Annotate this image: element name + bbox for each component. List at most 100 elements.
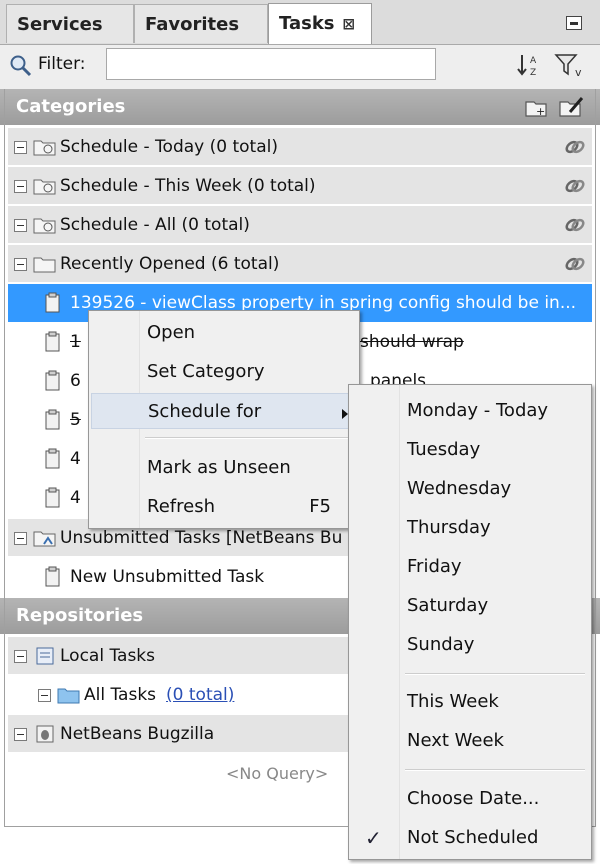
search-icon xyxy=(10,55,32,77)
submenu-item-sunday[interactable]: Sunday xyxy=(351,627,589,663)
task-icon xyxy=(45,370,60,391)
menu-item-label: Not Scheduled xyxy=(407,827,539,848)
menu-item-set-category[interactable]: Set Category xyxy=(91,354,357,390)
menu-item-label: Mark as Unseen xyxy=(147,457,291,478)
svg-text:A: A xyxy=(530,56,537,66)
menu-item-label: Sunday xyxy=(407,634,475,655)
collapse-icon[interactable] xyxy=(14,649,27,663)
submenu-item-next-week[interactable]: Next Week xyxy=(351,723,589,759)
category-schedule-this-week[interactable]: Schedule - This Week (0 total) xyxy=(8,167,592,205)
submenu-item-saturday[interactable]: Saturday xyxy=(351,588,589,624)
task-icon xyxy=(45,448,60,469)
categories-header: Categories xyxy=(0,89,600,125)
category-label: Unsubmitted Tasks [NetBeans Bu xyxy=(60,528,343,548)
collapse-icon[interactable] xyxy=(14,531,27,545)
menu-item-label: This Week xyxy=(407,691,499,712)
menu-item-refresh[interactable]: Refresh F5 xyxy=(91,489,357,525)
section-title: Repositories xyxy=(16,605,144,626)
filter-label: Filter: xyxy=(38,54,86,74)
panel-right-border xyxy=(595,89,596,827)
collapse-icon[interactable] xyxy=(14,257,27,271)
menu-separator xyxy=(405,769,585,771)
tab-label: Tasks xyxy=(279,13,335,34)
submenu-item-not-scheduled[interactable]: ✓ Not Scheduled xyxy=(351,820,589,856)
category-schedule-today[interactable]: Schedule - Today (0 total) xyxy=(8,128,592,166)
menu-item-schedule-for[interactable]: Schedule for xyxy=(91,393,357,429)
category-schedule-all[interactable]: Schedule - All (0 total) xyxy=(8,206,592,244)
menu-item-label: Friday xyxy=(407,556,462,577)
submenu-item-choose-date[interactable]: Choose Date... xyxy=(351,781,589,817)
task-icon xyxy=(45,331,60,352)
collapse-icon[interactable] xyxy=(38,688,51,702)
tab-label: Services xyxy=(17,14,103,35)
filter-input[interactable] xyxy=(106,48,436,80)
menu-separator xyxy=(405,673,585,675)
menu-item-open[interactable]: Open xyxy=(91,315,357,351)
schedule-folder-icon xyxy=(33,140,56,156)
task-icon xyxy=(45,409,60,430)
menu-item-label: Refresh xyxy=(147,496,215,517)
repository-label: NetBeans Bugzilla xyxy=(60,724,215,744)
filter-options-icon[interactable]: v xyxy=(554,52,586,78)
minimize-icon[interactable] xyxy=(566,16,582,30)
folder-icon xyxy=(33,257,56,273)
category-label: Schedule - Today (0 total) xyxy=(60,137,278,157)
sync-icon[interactable] xyxy=(564,215,586,235)
svg-text:+: + xyxy=(536,105,545,118)
category-label: Recently Opened (6 total) xyxy=(60,254,280,274)
tab-label: Favorites xyxy=(145,14,240,35)
no-query-label: <No Query> xyxy=(226,764,329,783)
repository-label: Local Tasks xyxy=(60,646,156,666)
shortcut-label: F5 xyxy=(309,496,331,517)
task-icon xyxy=(45,566,60,587)
submenu-item-this-week[interactable]: This Week xyxy=(351,684,589,720)
schedule-folder-icon xyxy=(33,218,56,234)
menu-item-label: Tuesday xyxy=(407,439,481,460)
sync-icon[interactable] xyxy=(564,176,586,196)
category-recently-opened[interactable]: Recently Opened (6 total) xyxy=(8,245,592,283)
category-label: Schedule - This Week (0 total) xyxy=(60,176,316,196)
collapse-icon[interactable] xyxy=(14,727,27,741)
sync-icon[interactable] xyxy=(564,137,586,157)
submenu-item-friday[interactable]: Friday xyxy=(351,549,589,585)
menu-item-label: Open xyxy=(147,322,196,343)
menu-item-label: Next Week xyxy=(407,730,504,751)
task-icon xyxy=(45,487,60,508)
submenu-item-thursday[interactable]: Thursday xyxy=(351,510,589,546)
sync-icon[interactable] xyxy=(564,254,586,274)
svg-text:Z: Z xyxy=(530,68,536,78)
edit-category-icon[interactable] xyxy=(558,94,586,118)
database-icon xyxy=(36,647,54,665)
collapse-icon[interactable] xyxy=(14,179,27,193)
bug-icon xyxy=(36,725,54,743)
menu-item-mark-as-unseen[interactable]: Mark as Unseen xyxy=(91,450,357,486)
close-tab-icon[interactable]: ⊠ xyxy=(343,15,356,33)
menu-item-label: Schedule for xyxy=(148,401,262,422)
menu-separator xyxy=(145,437,353,439)
query-label: All Tasks xyxy=(84,685,157,705)
panel-left-border xyxy=(4,89,5,827)
query-count-link[interactable]: (0 total) xyxy=(166,685,234,705)
collapse-icon[interactable] xyxy=(14,140,27,154)
section-title: Categories xyxy=(16,96,126,117)
collapse-icon[interactable] xyxy=(14,218,27,232)
new-category-icon[interactable]: + xyxy=(524,96,550,118)
tab-services[interactable]: Services xyxy=(6,4,134,43)
menu-item-label: Thursday xyxy=(407,517,491,538)
category-label: Schedule - All (0 total) xyxy=(60,215,250,235)
tab-tasks[interactable]: Tasks ⊠ xyxy=(268,3,372,44)
context-menu: Open Set Category Schedule for Mark as U… xyxy=(88,310,360,529)
task-label: 4 xyxy=(70,488,81,508)
menu-item-label: Choose Date... xyxy=(407,788,540,809)
tab-favorites[interactable]: Favorites xyxy=(134,4,268,43)
menu-item-label: Set Category xyxy=(147,361,265,382)
submenu-item-monday[interactable]: Monday - Today xyxy=(351,393,589,429)
sort-icon[interactable]: A Z xyxy=(516,52,546,78)
submenu-item-tuesday[interactable]: Tuesday xyxy=(351,432,589,468)
menu-item-label: Wednesday xyxy=(407,478,512,499)
menu-item-label: Monday - Today xyxy=(407,400,549,421)
task-icon xyxy=(45,292,60,313)
menu-item-label: Saturday xyxy=(407,595,489,616)
query-folder-icon xyxy=(57,688,80,704)
submenu-item-wednesday[interactable]: Wednesday xyxy=(351,471,589,507)
